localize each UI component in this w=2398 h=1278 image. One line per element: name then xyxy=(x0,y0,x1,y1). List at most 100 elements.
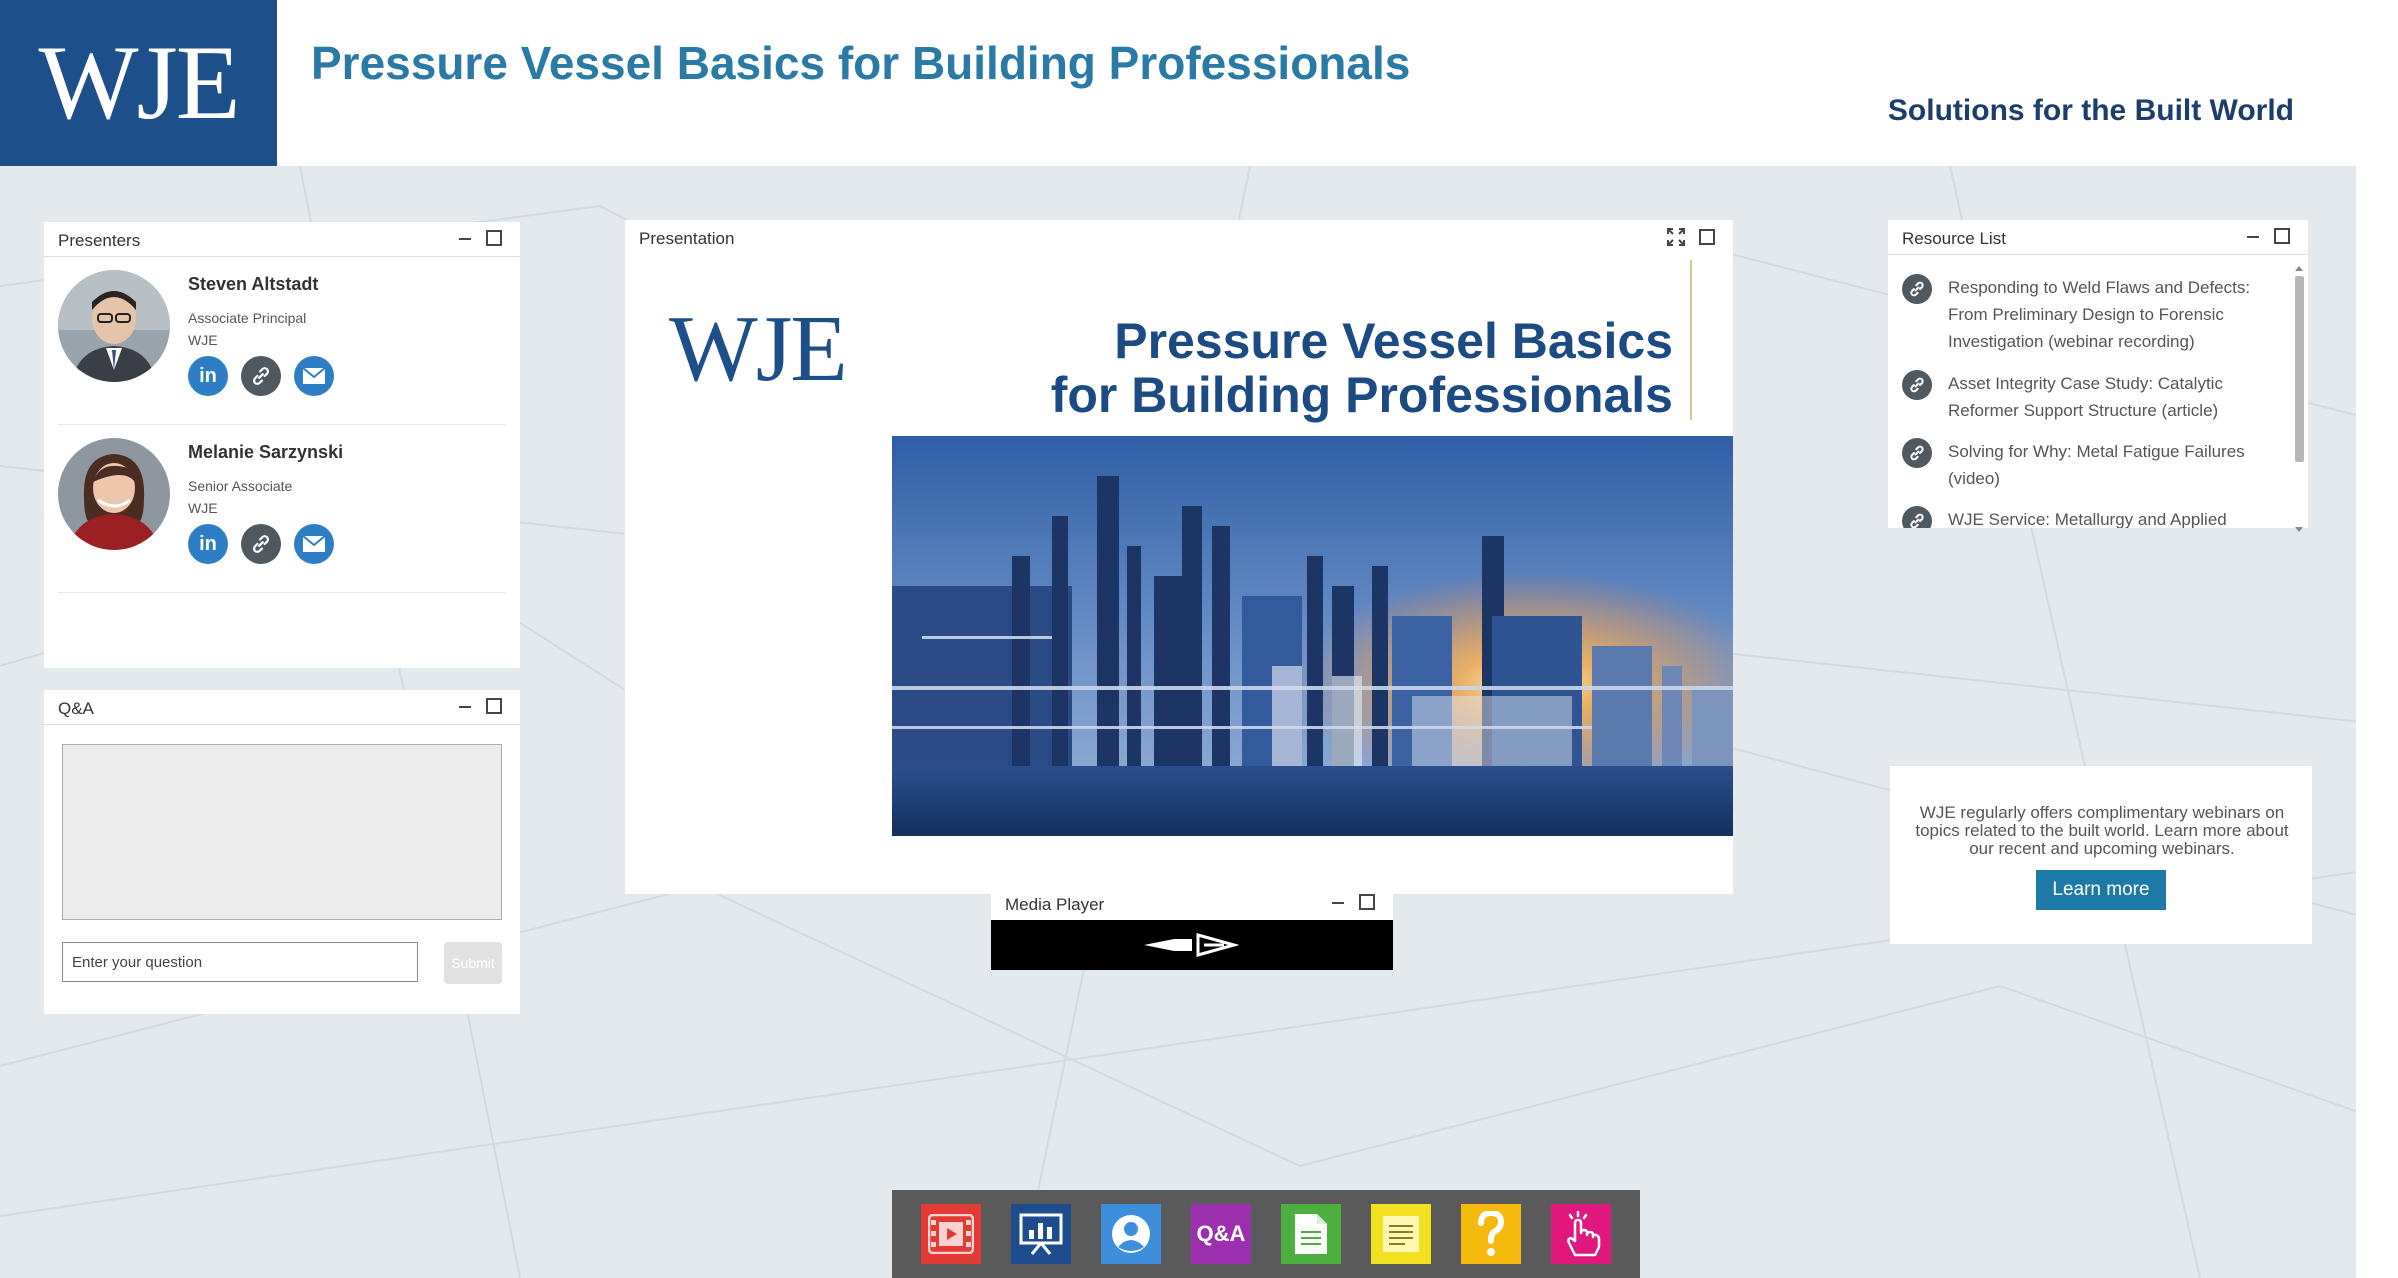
linkedin-icon[interactable]: in xyxy=(188,524,228,564)
minimize-icon[interactable] xyxy=(1331,895,1345,909)
window-controls xyxy=(2246,228,2290,244)
maximize-icon[interactable] xyxy=(486,698,502,714)
presenter-role: Associate Principal xyxy=(188,310,307,326)
link-icon[interactable] xyxy=(241,524,281,564)
presentation-board-icon xyxy=(1019,1213,1063,1255)
presenters-panel-title: Presenters xyxy=(58,231,141,250)
learn-more-button[interactable]: Learn more xyxy=(2036,870,2166,910)
fullscreen-icon[interactable] xyxy=(1667,228,1685,246)
scroll-down-icon[interactable] xyxy=(2295,527,2303,532)
resource-item[interactable]: Solving for Why: Metal Fatigue Failures … xyxy=(1902,438,2272,496)
presenter-card: Melanie Sarzynski Senior Associate WJE i… xyxy=(58,424,506,593)
scroll-thumb[interactable] xyxy=(2295,276,2304,462)
presenters-panel-header: Presenters xyxy=(44,222,520,257)
logo-text: WJE xyxy=(38,24,240,141)
qa-messages-area[interactable] xyxy=(62,744,502,920)
minimize-icon[interactable] xyxy=(2246,229,2260,243)
slide-logo: WJE xyxy=(669,297,848,401)
resource-list: Responding to Weld Flaws and Defects: Fr… xyxy=(1888,256,2288,528)
presenter-role: Senior Associate xyxy=(188,478,293,494)
wje-logo: WJE xyxy=(0,0,277,166)
maximize-icon[interactable] xyxy=(486,230,502,246)
resource-item[interactable]: Asset Integrity Case Study: Catalytic Re… xyxy=(1902,370,2272,428)
page-title: Pressure Vessel Basics for Building Prof… xyxy=(311,37,1411,89)
presenter-links: in xyxy=(188,356,334,396)
media-player-title: Media Player xyxy=(1005,895,1105,914)
minimize-icon[interactable] xyxy=(458,699,472,713)
qa-panel: Q&A Submit xyxy=(44,690,520,1014)
link-icon xyxy=(1902,274,1932,304)
presenter-card: Steven Altstadt Associate Principal WJE … xyxy=(58,256,506,425)
film-icon xyxy=(928,1214,974,1254)
webinar-promo: WJE regularly offers complimentary webin… xyxy=(1890,766,2312,944)
media-player-panel: Media Player xyxy=(991,886,1393,970)
promo-text: WJE regularly offers complimentary webin… xyxy=(1915,803,2289,858)
resource-item[interactable]: WJE Service: Metallurgy and Applied xyxy=(1902,506,2272,528)
email-icon[interactable] xyxy=(294,356,334,396)
maximize-icon[interactable] xyxy=(2274,228,2290,244)
presenter-org: WJE xyxy=(188,332,218,348)
notes-icon xyxy=(1383,1216,1419,1252)
link-icon[interactable] xyxy=(241,356,281,396)
resource-link-text: Asset Integrity Case Study: Catalytic Re… xyxy=(1948,374,2223,420)
link-icon xyxy=(1902,370,1932,400)
scroll-up-icon[interactable] xyxy=(2295,266,2303,271)
dock-notes-button[interactable] xyxy=(1371,1204,1431,1264)
dock-help-button[interactable] xyxy=(1461,1204,1521,1264)
media-player-header: Media Player xyxy=(991,886,1393,920)
submit-button[interactable]: Submit xyxy=(444,942,502,984)
resource-scrollbar[interactable] xyxy=(2292,264,2306,534)
slide-title-line2: for Building Professionals xyxy=(1050,367,1673,423)
dock-presentation-button[interactable] xyxy=(1011,1204,1071,1264)
presentation-panel-title: Presentation xyxy=(639,229,735,248)
question-mark-icon xyxy=(1478,1211,1505,1256)
minimize-icon[interactable] xyxy=(458,231,472,245)
resource-list-panel: Resource List Responding to Weld Flaws a… xyxy=(1888,220,2308,532)
window-controls xyxy=(1331,894,1375,910)
dock-engagement-button[interactable] xyxy=(1551,1204,1611,1264)
link-icon xyxy=(1902,506,1932,528)
refinery-image xyxy=(892,436,1733,836)
qa-panel-title: Q&A xyxy=(58,699,94,718)
maximize-icon[interactable] xyxy=(1699,229,1715,245)
resource-item[interactable]: Responding to Weld Flaws and Defects: Fr… xyxy=(1902,274,2272,360)
window-controls xyxy=(1667,228,1715,246)
slide-accent-line xyxy=(1690,260,1692,420)
dock-resources-button[interactable] xyxy=(1281,1204,1341,1264)
dock-qa-button[interactable]: Q&A xyxy=(1191,1204,1251,1264)
presentation-panel: Presentation WJE Pressure Vessel Basics … xyxy=(625,220,1733,894)
linkedin-icon[interactable]: in xyxy=(188,356,228,396)
maximize-icon[interactable] xyxy=(1359,894,1375,910)
qa-dock-label: Q&A xyxy=(1196,1221,1246,1246)
avatar-photo-icon xyxy=(58,270,170,382)
pointer-hand-icon xyxy=(1567,1211,1601,1257)
presenter-name: Steven Altstadt xyxy=(188,274,319,294)
presentation-panel-header: Presentation xyxy=(625,220,1733,254)
qa-panel-header: Q&A xyxy=(44,690,520,725)
presenter-links: in xyxy=(188,524,334,564)
slide-title-line1: Pressure Vessel Basics xyxy=(1114,313,1673,369)
avatar[interactable] xyxy=(58,270,170,382)
resource-list-title: Resource List xyxy=(1902,229,2006,248)
document-icon xyxy=(1295,1214,1327,1254)
resource-list-header: Resource List xyxy=(1888,220,2308,255)
avatar[interactable] xyxy=(58,438,170,550)
email-icon[interactable] xyxy=(294,524,334,564)
presentation-slide[interactable]: WJE Pressure Vessel Basics for Building … xyxy=(625,254,1733,894)
link-icon xyxy=(1902,438,1932,468)
resource-link-text: WJE Service: Metallurgy and Applied xyxy=(1948,510,2227,528)
tagline: Solutions for the Built World xyxy=(1887,94,2294,127)
video-area[interactable] xyxy=(991,920,1393,970)
presenter-name: Melanie Sarzynski xyxy=(188,442,344,462)
user-icon xyxy=(1112,1215,1150,1253)
presenter-org: WJE xyxy=(188,500,218,516)
dock-presenters-button[interactable] xyxy=(1101,1204,1161,1264)
question-input[interactable] xyxy=(62,942,418,982)
page-header: WJE Pressure Vessel Basics for Building … xyxy=(0,0,2356,166)
presenters-panel: Presenters Steven Altstadt Associate Pri… xyxy=(44,222,520,668)
slide-title: Pressure Vessel Basics for Building Prof… xyxy=(1051,314,1673,422)
dock-media-player-button[interactable] xyxy=(921,1204,981,1264)
dock-toolbar: Q&A xyxy=(892,1190,1640,1278)
avatar-photo-icon xyxy=(58,438,170,550)
resource-link-text: Responding to Weld Flaws and Defects: Fr… xyxy=(1948,278,2251,351)
